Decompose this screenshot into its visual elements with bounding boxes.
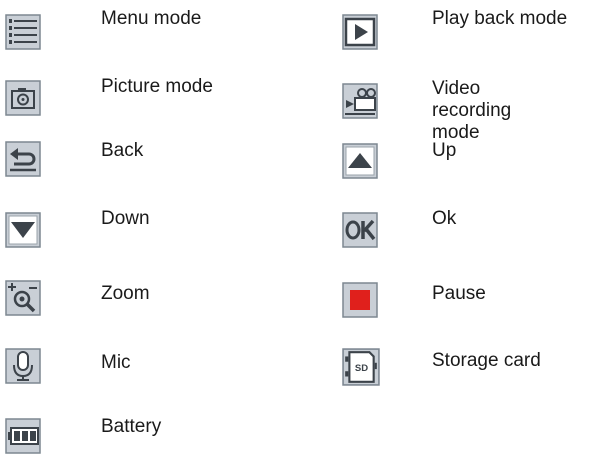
ok-icon xyxy=(342,212,378,248)
legend-label: Video recording mode xyxy=(432,78,512,143)
legend-label: Down xyxy=(101,208,150,229)
zoom-icon xyxy=(5,280,41,316)
camera-icon xyxy=(5,80,41,116)
down-arrow-icon xyxy=(5,212,41,248)
legend-label: Play back mode xyxy=(432,8,568,29)
sd-card-icon: SD xyxy=(342,348,380,386)
stop-square-icon xyxy=(342,282,378,318)
legend-label: Menu mode xyxy=(101,8,202,29)
legend-label: Picture mode xyxy=(101,76,213,97)
legend-label: Pause xyxy=(432,283,486,304)
legend-label: Zoom xyxy=(101,283,150,304)
menu-icon xyxy=(5,14,41,50)
video-camera-icon xyxy=(342,83,378,119)
svg-text:SD: SD xyxy=(355,363,368,374)
legend-label: Up xyxy=(432,140,457,161)
legend-label: Storage card xyxy=(432,350,541,371)
legend-label: Ok xyxy=(432,208,457,229)
back-arrow-icon xyxy=(5,141,41,177)
up-arrow-icon xyxy=(342,143,378,179)
legend-label: Mic xyxy=(101,352,131,373)
legend-label: Back xyxy=(101,140,144,161)
microphone-icon xyxy=(5,348,41,384)
battery-icon xyxy=(5,418,41,454)
legend-label: Battery xyxy=(101,416,162,437)
playback-icon xyxy=(342,14,378,50)
